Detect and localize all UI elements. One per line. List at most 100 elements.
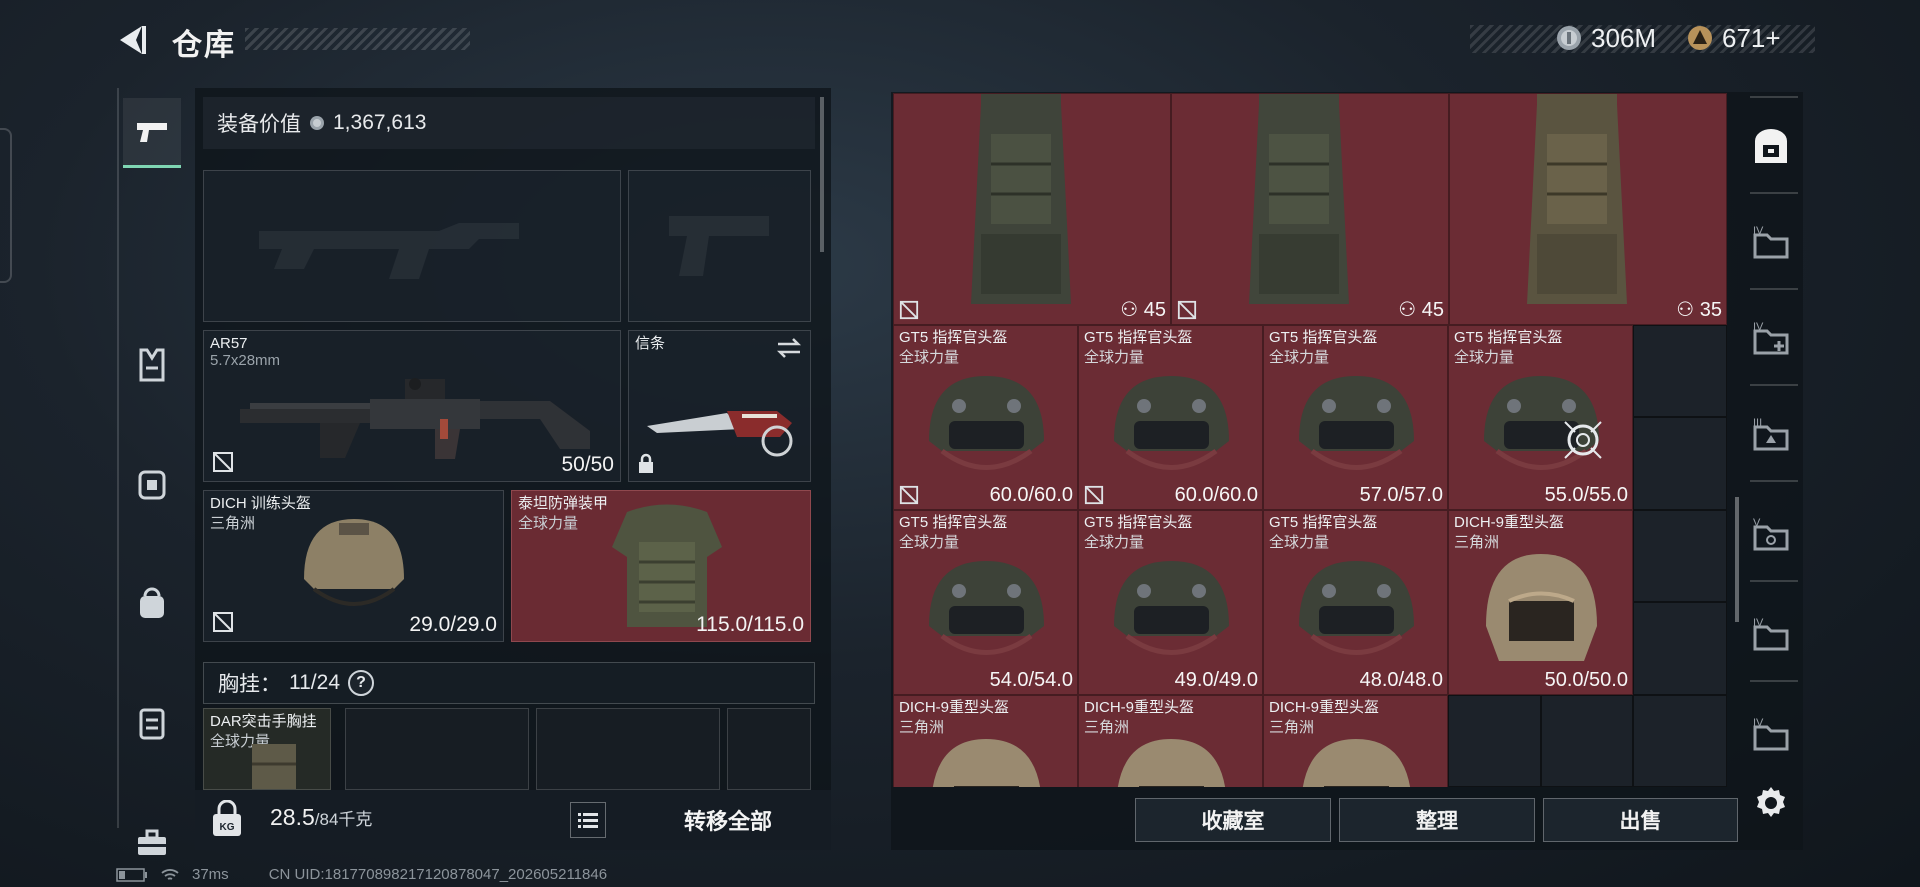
dich9-helmet-image: [919, 731, 1054, 787]
weight-capacity: /84千克: [314, 810, 373, 829]
storage-item[interactable]: GT5 指挥官头盔 全球力量 55.0/55.0: [1448, 325, 1633, 510]
collection-room-button[interactable]: 收藏室: [1135, 798, 1331, 842]
wifi-icon: [160, 867, 180, 883]
helmet-slot[interactable]: DICH 训练头盔 三角洲 29.0/29.0: [203, 490, 504, 642]
primary-weapon-slot-2[interactable]: [203, 170, 621, 322]
loadout-scrollbar[interactable]: [820, 97, 824, 252]
gear-icon: [1753, 785, 1789, 821]
storage-item[interactable]: DICH-9重型头盔 三角洲: [1263, 695, 1448, 787]
storage-scrollbar[interactable]: [1735, 497, 1739, 622]
no-insure-icon: [212, 611, 234, 633]
storage-item[interactable]: GT5 指挥官头盔 全球力量 49.0/49.0: [1078, 510, 1263, 695]
storage-item[interactable]: ⚇ 45: [1171, 93, 1449, 325]
help-icon[interactable]: ?: [348, 670, 374, 696]
silver-coin-icon: [1555, 24, 1583, 52]
item-name: GT5 指挥官头盔: [1269, 329, 1378, 346]
item-faction: 全球力量: [1084, 534, 1145, 551]
storage-item[interactable]: GT5 指挥官头盔 全球力量 57.0/57.0: [1263, 325, 1448, 510]
svg-text:KG: KG: [220, 822, 235, 833]
item-name: GT5 指挥官头盔: [1084, 329, 1193, 346]
container-tab-iv[interactable]: IV: [1748, 218, 1794, 264]
storage-item[interactable]: GT5 指挥官头盔 全球力量 60.0/60.0: [1078, 325, 1263, 510]
gold-currency[interactable]: 671+: [1686, 20, 1781, 56]
sell-button[interactable]: 出售: [1543, 798, 1738, 842]
toolbox-icon: [136, 829, 168, 857]
ar57-rifle-image: [220, 359, 610, 469]
settings-button[interactable]: [1748, 780, 1794, 826]
training-helmet-image: [294, 509, 414, 619]
item-faction: 全球力量: [1084, 349, 1145, 366]
nav-chest-rig[interactable]: [123, 688, 181, 758]
chest-rig-item[interactable]: DAR突击手胸挂 全球力量: [203, 708, 331, 790]
chest-rig-image: [244, 734, 304, 789]
armor-faction: 全球力量: [518, 515, 579, 532]
chest-rig-empty-slot[interactable]: [536, 708, 720, 790]
melee-weapon-slot[interactable]: 信条: [628, 330, 811, 482]
container-tab-iv-c[interactable]: IV: [1748, 710, 1794, 756]
storage-grid: ⚇ 45 ⚇ 45 ⚇ 35 GT5 指挥官头盔 全球力量 60.0/60.0 …: [893, 93, 1727, 787]
back-button[interactable]: [114, 22, 150, 58]
side-drawer-handle[interactable]: [0, 128, 12, 283]
swap-icon[interactable]: [776, 337, 802, 359]
sidearm-slot-2[interactable]: [628, 170, 811, 322]
armor-slot[interactable]: 泰坦防弹装甲 全球力量 115.0/115.0: [511, 490, 811, 642]
container-tab-iv-b[interactable]: IV: [1748, 610, 1794, 656]
gt5-helmet-image: [1289, 551, 1424, 671]
thigh-rig-image: [966, 94, 1076, 314]
storage-item[interactable]: GT5 指挥官头盔 全球力量 54.0/54.0: [893, 510, 1078, 695]
storage-item[interactable]: GT5 指挥官头盔 全球力量 48.0/48.0: [1263, 510, 1448, 695]
container-tab-iii[interactable]: III: [1748, 410, 1794, 456]
folder-iii-icon: III: [1751, 415, 1791, 451]
item-name: GT5 指挥官头盔: [899, 329, 1008, 346]
gold-coin-icon: [1686, 24, 1714, 52]
container-tab-iv-add[interactable]: IV: [1748, 314, 1794, 360]
item-name: DICH-9重型头盔: [1084, 699, 1195, 716]
silver-currency[interactable]: 306M: [1555, 20, 1656, 56]
chest-rig-empty-slot[interactable]: [727, 708, 811, 790]
user-uid: CN UID:181770898217120878047_20260521184…: [268, 866, 608, 883]
safe-box-tab[interactable]: [1748, 124, 1794, 170]
storage-empty-cell[interactable]: [1633, 417, 1727, 510]
list-view-button[interactable]: [570, 802, 606, 838]
storage-item[interactable]: ⚇ 45: [893, 93, 1171, 325]
storage-item[interactable]: DICH-9重型头盔 三角洲: [1078, 695, 1263, 787]
dich9-helmet-image: [1289, 731, 1424, 787]
storage-item[interactable]: DICH-9重型头盔 三角洲 50.0/50.0: [1448, 510, 1633, 695]
primary-weapon-slot[interactable]: AR57 5.7x28mm 50/50: [203, 330, 621, 482]
knife-image: [637, 371, 807, 461]
armor-durability: 115.0/115.0: [696, 613, 804, 636]
storage-item[interactable]: GT5 指挥官头盔 全球力量 60.0/60.0: [893, 325, 1078, 510]
nav-helmet[interactable]: [123, 448, 181, 518]
storage-item[interactable]: DICH-9重型头盔 三角洲: [893, 695, 1078, 787]
weapon-durability: 50/50: [561, 453, 614, 476]
storage-item-count: ⚇ 35: [1676, 299, 1722, 321]
left-category-nav: [117, 88, 183, 855]
storage-empty-cell[interactable]: [1633, 510, 1727, 602]
container-tab-v[interactable]: V: [1748, 510, 1794, 556]
storage-empty-cell[interactable]: [1541, 695, 1633, 787]
weight-lock-icon[interactable]: KG: [210, 800, 244, 838]
folder-v-icon: V: [1751, 515, 1791, 551]
organize-button[interactable]: 整理: [1339, 798, 1535, 842]
transfer-all-button[interactable]: 转移全部: [625, 790, 831, 850]
backpack-icon: [137, 586, 167, 620]
dich9-helmet-image: [1104, 731, 1239, 787]
chest-rig-empty-slot[interactable]: [345, 708, 529, 790]
storage-empty-cell[interactable]: [1633, 602, 1727, 695]
item-name: DICH-9重型头盔: [899, 699, 1010, 716]
nav-armor[interactable]: [123, 330, 181, 400]
folder-add-icon: IV: [1751, 319, 1791, 355]
nav-backpack[interactable]: [123, 568, 181, 638]
item-name: GT5 指挥官头盔: [1269, 514, 1378, 531]
silver-amount: 306M: [1591, 22, 1657, 53]
storage-empty-cell[interactable]: [1633, 695, 1727, 787]
lock-icon: [637, 453, 655, 475]
vest-icon: [138, 348, 166, 382]
item-durability: 48.0/48.0: [1359, 669, 1443, 691]
item-faction: 全球力量: [899, 349, 960, 366]
ping-value: 37ms: [192, 866, 229, 883]
item-faction: 全球力量: [1269, 349, 1330, 366]
storage-empty-cell[interactable]: [1633, 325, 1727, 417]
storage-empty-cell[interactable]: [1448, 695, 1541, 787]
storage-item[interactable]: ⚇ 35: [1449, 93, 1727, 325]
